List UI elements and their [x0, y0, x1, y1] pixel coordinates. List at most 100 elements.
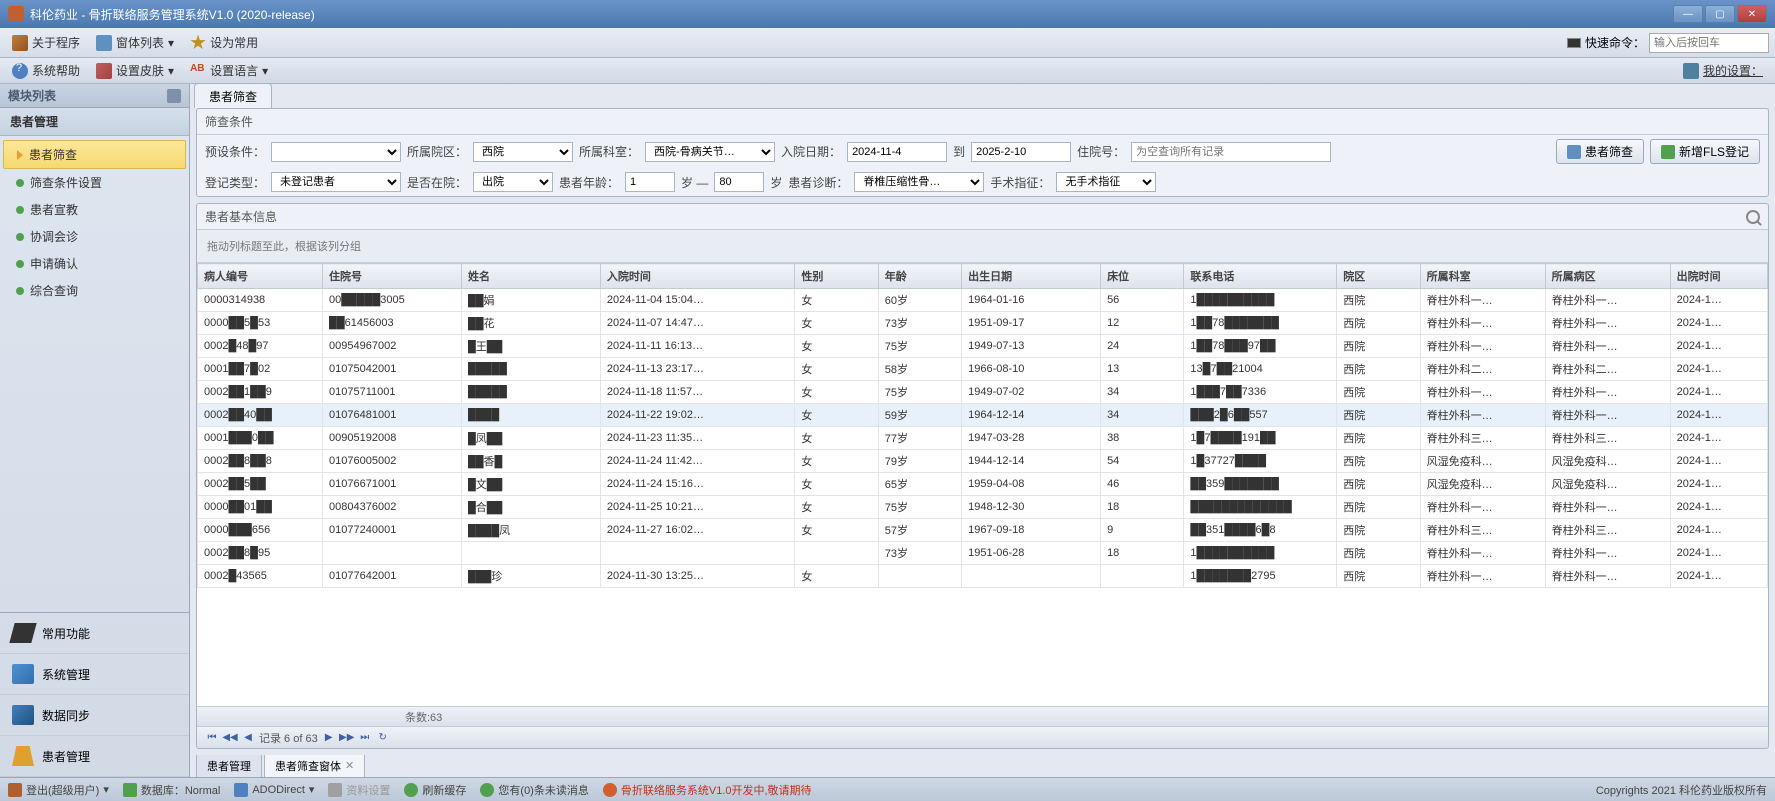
logout-button[interactable]: 登出(超级用户) ▾ [8, 782, 109, 798]
cell-sex [795, 542, 878, 565]
skin-icon [96, 63, 112, 79]
column-header[interactable]: 入院时间 [600, 264, 795, 289]
quick-cmd-input[interactable] [1649, 33, 1769, 53]
sidebar-bottom-patientmgmt[interactable]: 患者管理 [0, 736, 189, 777]
ado-status[interactable]: ADODirect ▾ [234, 783, 314, 797]
bottom-tab-patientmgmt[interactable]: 患者管理 [196, 755, 262, 778]
sidebar-bottom-common[interactable]: 常用功能 [0, 613, 189, 654]
close-button[interactable]: ✕ [1737, 5, 1767, 23]
nav-nextpage[interactable]: ▶▶ [340, 731, 354, 745]
preset-select[interactable] [271, 142, 401, 162]
grid-footer: 条数:63 [197, 706, 1768, 726]
data-settings[interactable]: 资料设置 [328, 782, 390, 798]
data-grid[interactable]: 病人编号住院号姓名入院时间性别年龄出生日期床位联系电话院区所属科室所属病区出院时… [197, 263, 1768, 706]
column-header[interactable]: 院区 [1337, 264, 1420, 289]
add-fls-button[interactable]: 新增FLS登记 [1650, 139, 1760, 164]
cell-name: ██娟 [461, 289, 600, 312]
bottom-tab-filterform[interactable]: 患者筛查窗体✕ [264, 755, 365, 778]
set-lang-button[interactable]: AB设置语言 ▾ [184, 59, 274, 82]
nav-next[interactable]: ▶ [322, 731, 336, 745]
my-settings-button[interactable]: 我的设置： [1677, 59, 1769, 82]
sidebar-item-consult[interactable]: 协调会诊 [0, 223, 189, 250]
cell-loc: 西院 [1337, 381, 1420, 404]
column-header[interactable]: 出院时间 [1670, 264, 1767, 289]
tab-close-icon[interactable]: ✕ [345, 759, 354, 772]
cell-dept: 脊柱外科一… [1420, 335, 1545, 358]
table-row[interactable]: 000031493800█████3005██娟2024-11-04 15:04… [198, 289, 1768, 312]
age-from-input[interactable] [625, 172, 675, 192]
sidebar-item-patient-edu[interactable]: 患者宣教 [0, 196, 189, 223]
table-row[interactable]: 0001██7█0201075042001█████2024-11-13 23:… [198, 358, 1768, 381]
regtype-select[interactable]: 未登记患者 [271, 172, 401, 192]
unread-msg[interactable]: 您有(0)条未读消息 [480, 782, 588, 798]
nav-prevpage[interactable]: ◀◀ [223, 731, 237, 745]
sidebar-bottom-datasync[interactable]: 数据同步 [0, 695, 189, 736]
column-header[interactable]: 性别 [795, 264, 878, 289]
sidebar-item-filter-settings[interactable]: 筛查条件设置 [0, 169, 189, 196]
about-button[interactable]: 关于程序 [6, 31, 86, 54]
nav-last[interactable]: ⏭ [358, 731, 372, 745]
filter-button[interactable]: 患者筛查 [1556, 139, 1644, 164]
sidebar-item-patient-filter[interactable]: 患者筛查 [3, 140, 186, 169]
column-header[interactable]: 出生日期 [962, 264, 1101, 289]
grid-navigator: ⏮ ◀◀ ◀ 记录 6 of 63 ▶ ▶▶ ⏭ ↻ [197, 726, 1768, 748]
table-row[interactable]: 0002██5██01076671001█文██2024-11-24 15:16… [198, 473, 1768, 496]
pin-icon[interactable] [167, 89, 181, 103]
column-header[interactable]: 住院号 [323, 264, 462, 289]
age-to-input[interactable] [714, 172, 764, 192]
inhosp-select[interactable]: 出院 [473, 172, 553, 192]
nav-prev[interactable]: ◀ [241, 731, 255, 745]
hospital-select[interactable]: 西院 [473, 142, 573, 162]
age-sep: 岁 — [681, 174, 708, 191]
sidebar-group-header[interactable]: 患者管理 [0, 108, 189, 136]
column-header[interactable]: 病人编号 [198, 264, 323, 289]
table-row[interactable]: 0002██1██901075711001█████2024-11-18 11:… [198, 381, 1768, 404]
column-header[interactable]: 所属病区 [1545, 264, 1670, 289]
surg-select[interactable]: 无手术指征 [1056, 172, 1156, 192]
cell-adm: 2024-11-23 11:35… [600, 427, 795, 450]
grid-search-icon[interactable] [1746, 210, 1760, 224]
page-tab-patient-filter[interactable]: 患者筛查 [194, 84, 272, 108]
maximize-button[interactable]: ▢ [1705, 5, 1735, 23]
table-row[interactable]: 0002█4356501077642001███珍2024-11-30 13:2… [198, 565, 1768, 588]
column-header[interactable]: 所属科室 [1420, 264, 1545, 289]
column-header[interactable]: 年龄 [878, 264, 961, 289]
table-row[interactable]: 0000███65601077240001████凤2024-11-27 16:… [198, 519, 1768, 542]
sidebar-item-query[interactable]: 综合查询 [0, 277, 189, 304]
table-row[interactable]: 0001███0██00905192008█凤██2024-11-23 11:3… [198, 427, 1768, 450]
admdate-to-input[interactable] [971, 142, 1071, 162]
minimize-button[interactable]: — [1673, 5, 1703, 23]
sidebar-bottom-sysmgmt[interactable]: 系统管理 [0, 654, 189, 695]
diag-select[interactable]: 脊椎压缩性骨… [854, 172, 984, 192]
nav-first[interactable]: ⏮ [205, 731, 219, 745]
admdate-from-input[interactable] [847, 142, 947, 162]
cell-age: 79岁 [878, 450, 961, 473]
column-header[interactable]: 联系电话 [1184, 264, 1337, 289]
cell-name [461, 542, 600, 565]
table-row[interactable]: 0002██40██01076481001████2024-11-22 19:0… [198, 404, 1768, 427]
to-label: 到 [953, 143, 965, 160]
window-list-button[interactable]: 窗体列表 ▾ [90, 31, 180, 54]
surg-label: 手术指征： [990, 174, 1050, 191]
inpno-input[interactable] [1131, 142, 1331, 162]
table-row[interactable]: 0002█48█9700954967002█王██2024-11-11 16:1… [198, 335, 1768, 358]
table-row[interactable]: 0002██8██801076005002██香█2024-11-24 11:4… [198, 450, 1768, 473]
refresh-cache[interactable]: 刷新缓存 [404, 782, 466, 798]
table-row[interactable]: 0000██5█53██61456003██花2024-11-07 14:47…… [198, 312, 1768, 335]
table-row[interactable]: 0000██01██00804376002█合██2024-11-25 10:2… [198, 496, 1768, 519]
column-header[interactable]: 床位 [1101, 264, 1184, 289]
grid-group-bar[interactable]: 拖动列标题至此，根据该列分组 [197, 230, 1768, 263]
cell-bed: 38 [1101, 427, 1184, 450]
titlebar: 科伦药业 - 骨折联络服务管理系统V1.0 (2020-release) — ▢… [0, 0, 1775, 28]
set-common-button[interactable]: 设为常用 [184, 31, 264, 54]
nav-reload[interactable]: ↻ [376, 731, 390, 745]
table-row[interactable]: 0002██8█9573岁1951-06-28181██████████西院脊柱… [198, 542, 1768, 565]
tab-strip: 患者筛查 [190, 84, 1775, 108]
cell-bed [1101, 565, 1184, 588]
cell-ward: 脊柱外科一… [1545, 381, 1670, 404]
dept-select[interactable]: 西院-骨病关节… [645, 142, 775, 162]
sidebar-item-apply-confirm[interactable]: 申请确认 [0, 250, 189, 277]
sys-help-button[interactable]: 系统帮助 [6, 59, 86, 82]
column-header[interactable]: 姓名 [461, 264, 600, 289]
set-skin-button[interactable]: 设置皮肤 ▾ [90, 59, 180, 82]
